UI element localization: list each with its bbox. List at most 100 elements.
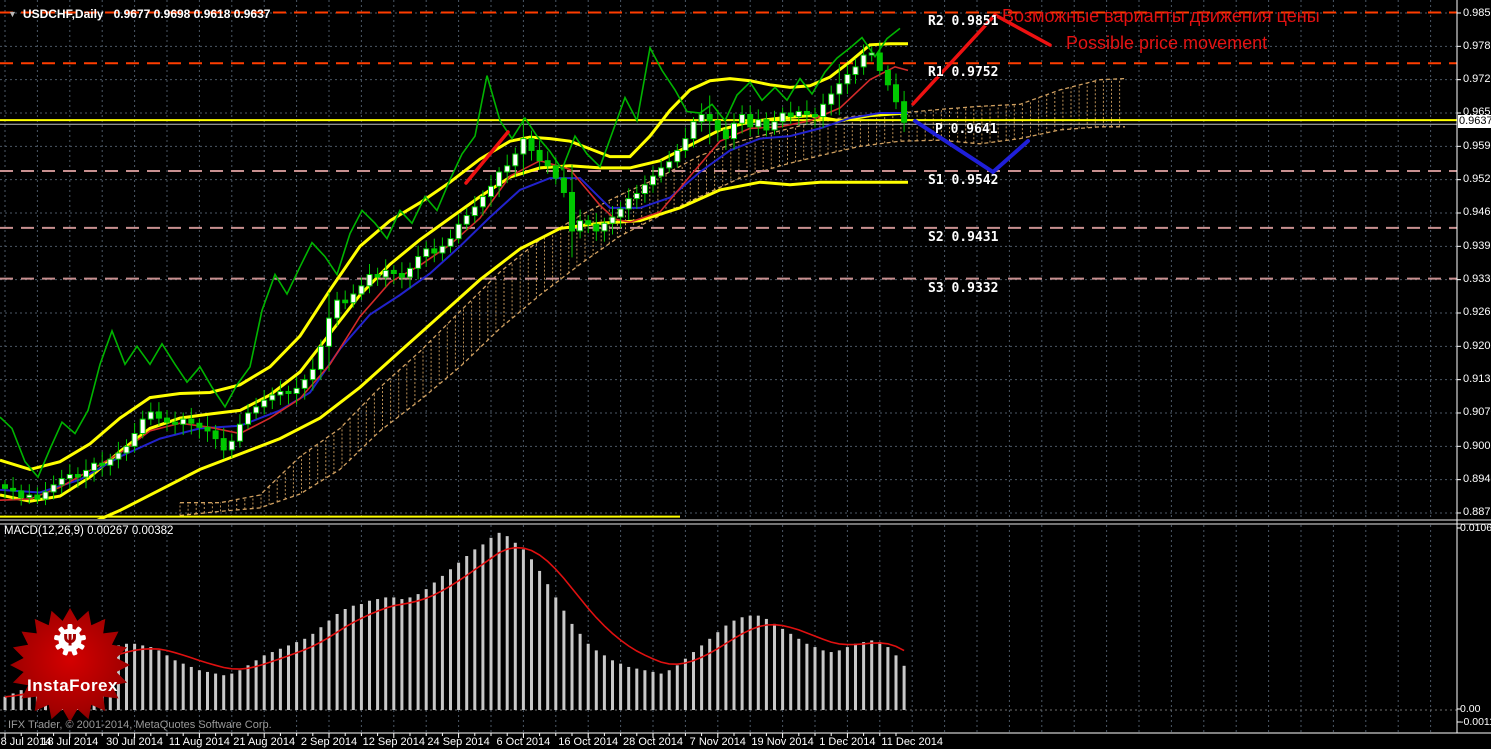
macd-histogram-bar xyxy=(392,597,396,710)
candle-body xyxy=(382,269,389,278)
macd-histogram-bar xyxy=(384,597,388,710)
candle-body xyxy=(496,171,503,187)
macd-histogram-bar xyxy=(821,650,825,710)
macd-histogram-bar xyxy=(805,643,809,710)
candle-body xyxy=(852,66,859,76)
candle-body xyxy=(188,418,195,424)
macd-histogram-bar xyxy=(521,549,525,710)
candle-body xyxy=(504,165,511,173)
macd-histogram-bar xyxy=(157,650,161,710)
price-axis-label: 0.9460 xyxy=(1463,206,1491,219)
candle-body xyxy=(42,491,49,500)
candle-body xyxy=(884,69,891,86)
candle-body xyxy=(58,478,65,486)
candle-body xyxy=(674,149,681,163)
macd-histogram-bar xyxy=(481,544,485,710)
candle-body xyxy=(99,462,106,466)
level-label-s2: S2 0.9431 xyxy=(928,229,999,245)
macd-histogram-bar xyxy=(181,663,185,710)
candle-body xyxy=(658,167,665,177)
time-axis-label: 16 Oct 2014 xyxy=(558,736,619,748)
candle-body xyxy=(666,161,673,169)
level-label-r2: R2 0.9851 xyxy=(928,14,999,30)
macd-histogram-bar xyxy=(206,671,209,710)
candle-body xyxy=(739,114,746,124)
candle-body xyxy=(471,206,478,217)
candle-body xyxy=(18,490,25,499)
macd-panel xyxy=(0,525,1457,733)
macd-histogram-bar xyxy=(845,647,849,710)
candle-body xyxy=(860,54,867,68)
candle-body xyxy=(309,368,316,381)
candle-body xyxy=(261,399,268,408)
macd-histogram-bar xyxy=(319,627,323,710)
bollinger-upper xyxy=(0,42,908,471)
macd-histogram-bar xyxy=(368,600,371,710)
macd-histogram-bar xyxy=(449,569,452,710)
macd-histogram-bar xyxy=(862,642,866,710)
candle-body xyxy=(868,52,875,56)
time-axis-label: 19 Nov 2014 xyxy=(751,736,814,748)
time-axis-label: 24 Sep 2014 xyxy=(427,736,490,748)
candle-body xyxy=(236,423,243,442)
macd-axis-label: -0.00117 xyxy=(1460,715,1491,728)
instaforex-logo: Ψ xyxy=(10,608,130,722)
macd-histogram-bar xyxy=(465,556,469,710)
macd-histogram-bar xyxy=(732,620,736,710)
candle-body xyxy=(536,149,543,162)
macd-histogram-bar xyxy=(854,643,857,710)
macd-histogram-bar xyxy=(473,549,477,710)
candle-body xyxy=(398,273,405,278)
mt4-chart-window: Ψ ▼ USDCHF,Daily 0.9677 0.9698 0.9618 0.96… xyxy=(0,0,1491,749)
time-axis-label: 21 Aug 2014 xyxy=(233,736,296,748)
macd-histogram-bar xyxy=(246,665,250,710)
macd-histogram-bar xyxy=(165,655,169,710)
time-axis-label: 12 Sep 2014 xyxy=(362,736,425,748)
candle-body xyxy=(528,138,535,151)
macd-histogram-bar xyxy=(335,613,339,710)
candle-body xyxy=(390,269,397,275)
bollinger-lower xyxy=(96,180,908,519)
macd-histogram-bar xyxy=(189,666,193,710)
macd-histogram-bar xyxy=(3,696,7,710)
symbol-dropdown-icon[interactable]: ▼ xyxy=(8,9,17,19)
candle-body xyxy=(609,216,616,224)
candle-body xyxy=(488,185,494,198)
candle-body xyxy=(795,110,802,118)
price-axis-label: 0.9525 xyxy=(1463,173,1491,186)
candle-body xyxy=(844,74,851,85)
price-axis-label: 0.9850 xyxy=(1463,6,1491,19)
candle-body xyxy=(512,153,519,167)
macd-histogram-bar xyxy=(141,645,145,710)
macd-histogram-bar xyxy=(837,650,841,710)
candle-body xyxy=(358,285,365,295)
macd-histogram-bar xyxy=(586,643,590,710)
macd-histogram-bar xyxy=(675,665,679,710)
candle-body xyxy=(342,299,349,304)
macd-histogram-bar xyxy=(773,623,776,710)
candle-body xyxy=(415,256,422,269)
candle-body xyxy=(641,184,648,195)
macd-histogram-bar xyxy=(222,675,226,710)
macd-histogram-bar xyxy=(813,647,817,710)
time-axis-label: 11 Aug 2014 xyxy=(168,736,230,748)
candle-body xyxy=(560,177,567,193)
candle-body xyxy=(326,317,332,347)
macd-histogram-bar xyxy=(602,655,606,710)
macd-histogram-bar xyxy=(343,608,347,710)
price-axis-label: 0.9200 xyxy=(1463,339,1491,352)
time-axis-label: 28 Oct 2014 xyxy=(623,736,683,748)
candle-body xyxy=(66,474,73,480)
macd-histogram-bar xyxy=(173,660,177,710)
price-axis-label: 0.9395 xyxy=(1463,239,1491,252)
macd-histogram-bar xyxy=(230,673,234,710)
price-chart-canvas[interactable] xyxy=(0,0,1491,749)
candle-body xyxy=(123,445,130,454)
candle-body xyxy=(455,223,462,240)
candle-body xyxy=(836,83,843,95)
macd-histogram-bar xyxy=(635,668,639,710)
macd-histogram-bar xyxy=(538,570,542,710)
macd-histogram-bar xyxy=(659,673,663,710)
candle-body xyxy=(91,462,98,471)
candle-body xyxy=(431,248,438,254)
